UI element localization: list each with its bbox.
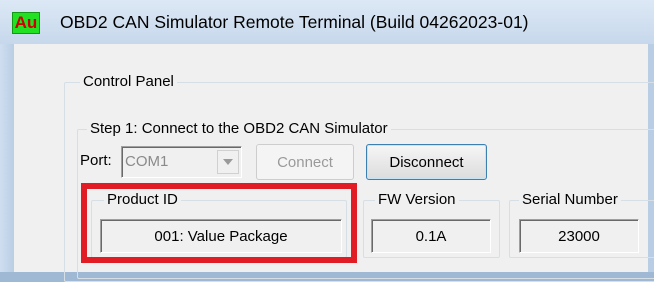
chevron-down-icon xyxy=(223,159,233,165)
app-icon-label: Au xyxy=(14,13,38,32)
app-icon[interactable]: Au xyxy=(12,12,40,34)
port-select-value: COM1 xyxy=(125,153,169,170)
serial-number-legend: Serial Number xyxy=(519,191,621,209)
highlight-box xyxy=(81,183,357,263)
disconnect-button[interactable]: Disconnect xyxy=(366,144,487,180)
control-panel-legend: Control Panel xyxy=(80,73,177,91)
fw-version-legend: FW Version xyxy=(375,191,459,209)
window-left-border xyxy=(0,44,14,272)
port-dropdown-button[interactable] xyxy=(217,150,239,174)
fw-version-field: 0.1A xyxy=(371,219,491,253)
port-select[interactable]: COM1 xyxy=(121,146,242,178)
connect-button[interactable]: Connect xyxy=(256,144,354,180)
serial-number-field: 23000 xyxy=(519,219,639,253)
port-label: Port: xyxy=(80,152,112,169)
window-title: OBD2 CAN Simulator Remote Terminal (Buil… xyxy=(60,12,529,32)
step1-legend: Step 1: Connect to the OBD2 CAN Simulato… xyxy=(87,120,391,138)
